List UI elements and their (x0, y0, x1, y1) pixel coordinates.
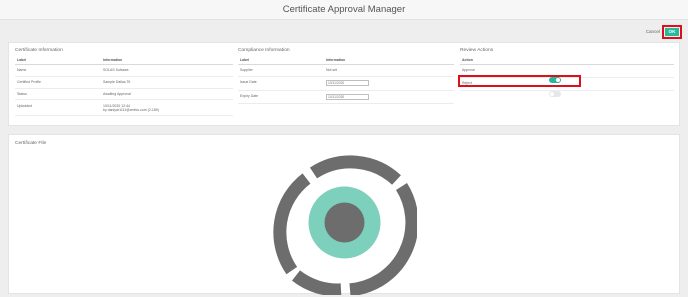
cancel-button[interactable]: Cancel (646, 29, 660, 34)
approve-toggle[interactable] (549, 77, 561, 83)
row-value: Not set (324, 64, 454, 77)
table-row: Expiry Date 10/11/2030 (238, 90, 454, 105)
seal-ring-segment-top (309, 155, 401, 185)
certificate-info-section: Certificate Information Label Informatio… (15, 48, 233, 117)
certificate-file-card: Certificate File (8, 134, 680, 295)
section-title: Compliance Information (238, 48, 290, 53)
expiry-date-field[interactable]: 10/11/2030 (326, 93, 369, 100)
certificate-seal-icon (273, 155, 417, 295)
column-header: Label (238, 57, 324, 65)
reject-toggle[interactable] (549, 91, 561, 97)
table-row: Name SOLAS Sofasea (15, 64, 233, 77)
row-label: Status (15, 88, 101, 101)
uploaded-by: by daniyar1111@xmrks.com (2-189) (103, 107, 159, 112)
table-row: Status Awaiting Approval (15, 88, 233, 101)
table-row: Uploaded 10/11/2020 12:44 by daniyar1111… (15, 99, 233, 117)
column-header: Information (101, 57, 233, 65)
seal-ring-segment-left (273, 173, 311, 275)
compliance-info-section: Compliance Information Label Information… (238, 48, 454, 105)
compliance-info-table: Label Information Supplier Not set Issue… (238, 57, 454, 105)
row-value: Sample Dallas Tit (101, 76, 233, 89)
section-title: Review Actions (460, 48, 494, 53)
certificate-info-table: Label Information Name SOLAS Sofasea Cer… (15, 57, 233, 117)
table-row: Certified Profile Sample Dallas Tit (15, 76, 233, 89)
row-value: SOLAS Sofasea (101, 64, 233, 77)
title-bar: Certificate Approval Manager (0, 0, 688, 20)
row-label: Issue Date (238, 76, 324, 91)
seal-ring-segment-bottom (291, 270, 342, 295)
toggle-knob (556, 78, 560, 82)
page-title: Certificate Approval Manager (282, 4, 406, 15)
issue-date-field[interactable]: 10/11/2020 (326, 80, 369, 87)
row-label: Certified Profile (15, 76, 101, 89)
action-bar: Cancel OK (8, 25, 682, 40)
approve-highlight-box (458, 75, 581, 87)
ok-button[interactable]: OK (665, 28, 679, 36)
details-card: Certificate Information Label Informatio… (8, 42, 680, 126)
row-value: 10/11/2020 12:44 by daniyar1111@xmrks.co… (101, 99, 233, 117)
section-title: Certificate Information (15, 48, 63, 53)
row-label: Name (15, 64, 101, 77)
column-header: Action (460, 57, 674, 65)
row-label: Expiry Date (238, 90, 324, 105)
table-row: Supplier Not set (238, 64, 454, 77)
section-title: Certificate File (15, 141, 47, 146)
row-label: Supplier (238, 64, 324, 77)
toggle-knob (550, 92, 554, 96)
row-label: Uploaded (15, 99, 101, 117)
column-header: Label (15, 57, 101, 65)
row-value: Awaiting Approval (101, 88, 233, 101)
seal-center (324, 202, 365, 243)
review-actions-section: Review Actions Action Approve Reject (458, 48, 674, 124)
column-header: Information (324, 57, 454, 65)
table-row: Issue Date 10/11/2020 (238, 76, 454, 91)
